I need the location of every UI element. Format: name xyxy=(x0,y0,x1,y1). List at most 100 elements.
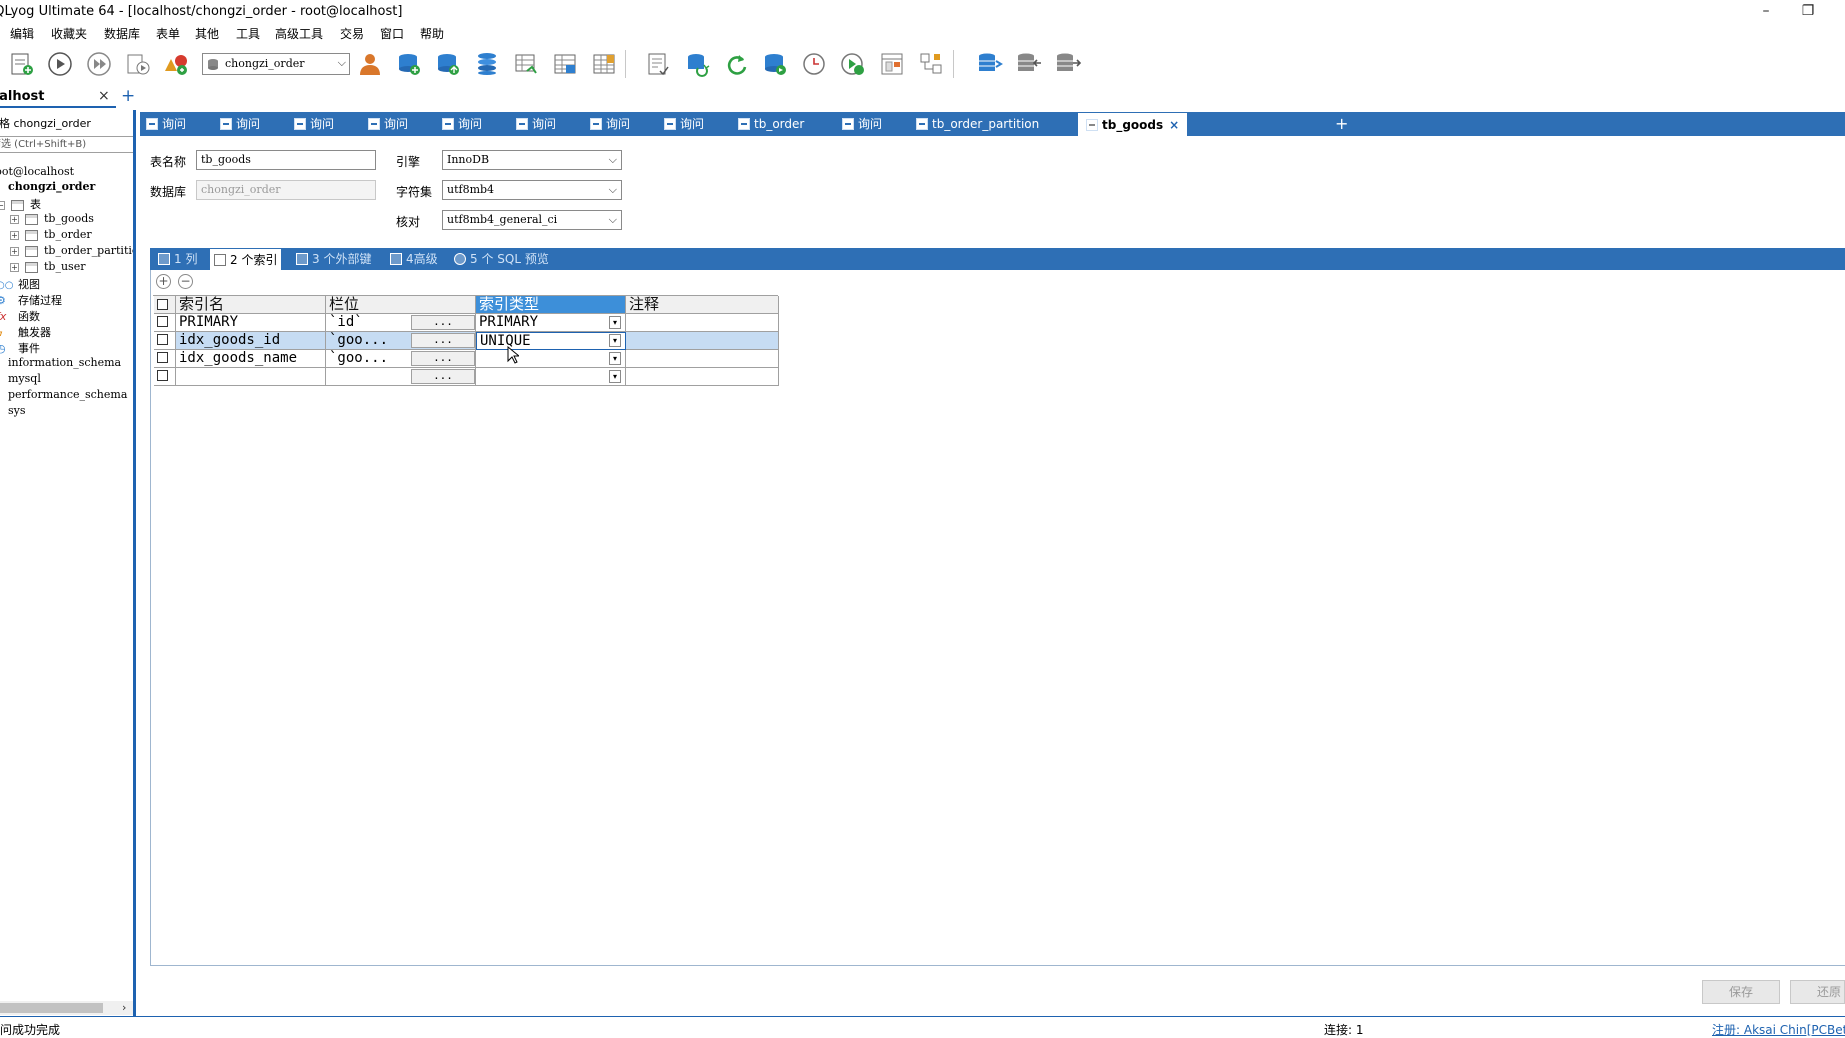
execute-edit-icon[interactable] xyxy=(124,50,152,78)
tab-tb-goods[interactable]: tb_goods × xyxy=(1078,113,1188,136)
tab-sql-preview[interactable]: 5 个 SQL 预览 xyxy=(454,248,549,270)
comment-cell[interactable] xyxy=(626,314,779,332)
menu-table[interactable]: 表单 xyxy=(156,25,180,42)
header-index-name[interactable]: 索引名 xyxy=(176,296,326,314)
data-model-icon[interactable] xyxy=(917,50,945,78)
expand-icon[interactable]: + xyxy=(10,246,19,256)
database-node-sys[interactable]: sys xyxy=(8,404,26,417)
table-node-tb-order[interactable]: + tb_order xyxy=(10,228,92,241)
database-node-mysql[interactable]: mysql xyxy=(8,372,41,385)
index-type-dropdown[interactable]: ▾ xyxy=(609,370,621,383)
user-manager-icon[interactable] xyxy=(356,50,384,78)
tab-advanced[interactable]: 4高级 xyxy=(390,248,438,270)
create-table-icon[interactable] xyxy=(434,50,462,78)
menu-database[interactable]: 数据库 xyxy=(104,25,140,42)
minimize-button[interactable]: – xyxy=(1756,2,1776,20)
query-builder-icon[interactable] xyxy=(644,50,672,78)
database-node-information-schema[interactable]: information_schema xyxy=(8,356,121,369)
index-type-dropdown[interactable]: ▾ xyxy=(609,334,621,347)
select-all-checkbox[interactable] xyxy=(157,299,168,310)
schema-sync-icon[interactable] xyxy=(683,50,711,78)
table-row[interactable]: PRIMARY `id` ... PRIMARY ▾ xyxy=(154,314,779,332)
database-selector[interactable]: chongzi_order ⌵ xyxy=(202,53,350,75)
tab-tb-order-partition[interactable]: tb_order_partition xyxy=(916,112,1039,136)
index-type-cell[interactable] xyxy=(476,368,626,386)
tab-foreign-keys[interactable]: 3 个外部键 xyxy=(296,248,371,270)
collation-select[interactable]: utf8mb4_general_ci ⌵ xyxy=(442,210,622,230)
table-node-tb-user[interactable]: + tb_user xyxy=(10,260,85,273)
header-columns[interactable]: 栏位 xyxy=(326,296,476,314)
expand-icon[interactable]: + xyxy=(10,262,19,272)
add-index-button[interactable]: + xyxy=(156,274,171,289)
procedures-folder[interactable]: ⚙存储过程 xyxy=(0,292,62,308)
tab-query-6[interactable]: 询问 xyxy=(516,112,556,136)
edit-columns-button[interactable]: ... xyxy=(411,333,475,348)
tab-query-9[interactable]: 询问 xyxy=(842,112,882,136)
copy-database-icon[interactable] xyxy=(976,50,1004,78)
tab-tb-order[interactable]: tb_order xyxy=(738,112,804,136)
menu-edit[interactable]: 编辑 xyxy=(10,25,34,42)
header-index-type[interactable]: 索引类型 xyxy=(476,296,626,314)
database-node[interactable]: chongzi_order xyxy=(8,180,95,193)
backup-database-icon[interactable] xyxy=(761,50,789,78)
index-name-cell[interactable] xyxy=(176,368,326,386)
chevron-right-icon[interactable]: › xyxy=(122,1001,126,1014)
row-checkbox[interactable] xyxy=(157,352,168,363)
index-name-cell[interactable]: idx_goods_name xyxy=(176,350,326,368)
index-name-cell[interactable]: idx_goods_id xyxy=(176,332,326,350)
horizontal-scrollbar[interactable]: › xyxy=(0,1001,133,1015)
row-checkbox[interactable] xyxy=(157,370,168,381)
row-checkbox[interactable] xyxy=(157,316,168,327)
new-connection-icon[interactable] xyxy=(8,50,36,78)
revert-button[interactable]: 还原 xyxy=(1790,980,1845,1004)
menu-favorites[interactable]: 收藏夹 xyxy=(51,25,87,42)
menu-tools[interactable]: 工具 xyxy=(236,25,260,42)
registration-link[interactable]: 注册: Aksai Chin[PCBeta] xyxy=(1712,1021,1845,1038)
edit-columns-button[interactable]: ... xyxy=(411,315,475,330)
table-row[interactable]: idx_goods_name `goo... ... ▾ xyxy=(154,350,779,368)
connection-node[interactable]: root@localhost xyxy=(0,165,74,178)
restore-button[interactable]: ❐ xyxy=(1798,2,1818,20)
comment-cell[interactable] xyxy=(626,350,779,368)
table-row[interactable]: idx_goods_id `goo... ... UNIQUE ▾ xyxy=(154,332,779,350)
import-data-icon[interactable] xyxy=(1015,50,1043,78)
tab-query-8[interactable]: 询问 xyxy=(664,112,704,136)
table-structure-icon[interactable] xyxy=(551,50,579,78)
menu-other[interactable]: 其他 xyxy=(195,25,219,42)
add-tab-button[interactable]: + xyxy=(1335,112,1348,136)
index-name-cell[interactable]: PRIMARY xyxy=(176,314,326,332)
menu-window[interactable]: 窗口 xyxy=(380,25,404,42)
collapse-icon[interactable]: − xyxy=(0,200,5,210)
tab-query-2[interactable]: 询问 xyxy=(220,112,260,136)
export-data-icon[interactable] xyxy=(1054,50,1082,78)
expand-icon[interactable]: + xyxy=(10,230,19,240)
row-checkbox[interactable] xyxy=(157,334,168,345)
execute-all-icon[interactable] xyxy=(85,50,113,78)
index-type-cell[interactable] xyxy=(476,350,626,368)
data-sync-icon[interactable] xyxy=(839,50,867,78)
table-node-tb-goods[interactable]: + tb_goods xyxy=(10,212,94,225)
functions-folder[interactable]: fx 函数 xyxy=(0,308,40,324)
refresh-icon[interactable] xyxy=(722,50,750,78)
events-folder[interactable]: ◷事件 xyxy=(0,340,40,356)
header-comment[interactable]: 注释 xyxy=(626,296,779,314)
create-database-icon[interactable] xyxy=(395,50,423,78)
tab-query-3[interactable]: 询问 xyxy=(294,112,334,136)
database-sync-icon[interactable] xyxy=(473,50,501,78)
index-type-dropdown[interactable]: ▾ xyxy=(609,352,621,365)
menu-advanced-tools[interactable]: 高级工具 xyxy=(275,25,323,42)
connection-tab[interactable]: localhost × xyxy=(0,86,116,108)
index-type-cell[interactable]: PRIMARY xyxy=(476,314,626,332)
tab-columns[interactable]: 1 列 xyxy=(158,248,197,270)
table-index-icon[interactable] xyxy=(590,50,618,78)
tab-query-7[interactable]: 询问 xyxy=(590,112,630,136)
schema-designer-table-icon[interactable] xyxy=(878,50,906,78)
table-row[interactable]: ... ▾ xyxy=(154,368,779,386)
table-name-field[interactable]: tb_goods xyxy=(196,150,376,170)
comment-cell[interactable] xyxy=(626,368,779,386)
remove-index-button[interactable]: − xyxy=(178,274,193,289)
execute-query-icon[interactable] xyxy=(46,50,74,78)
filter-input[interactable]: 筛选 (Ctrl+Shift+B) xyxy=(0,136,133,153)
tab-query-4[interactable]: 询问 xyxy=(368,112,408,136)
charset-select[interactable]: utf8mb4 ⌵ xyxy=(442,180,622,200)
